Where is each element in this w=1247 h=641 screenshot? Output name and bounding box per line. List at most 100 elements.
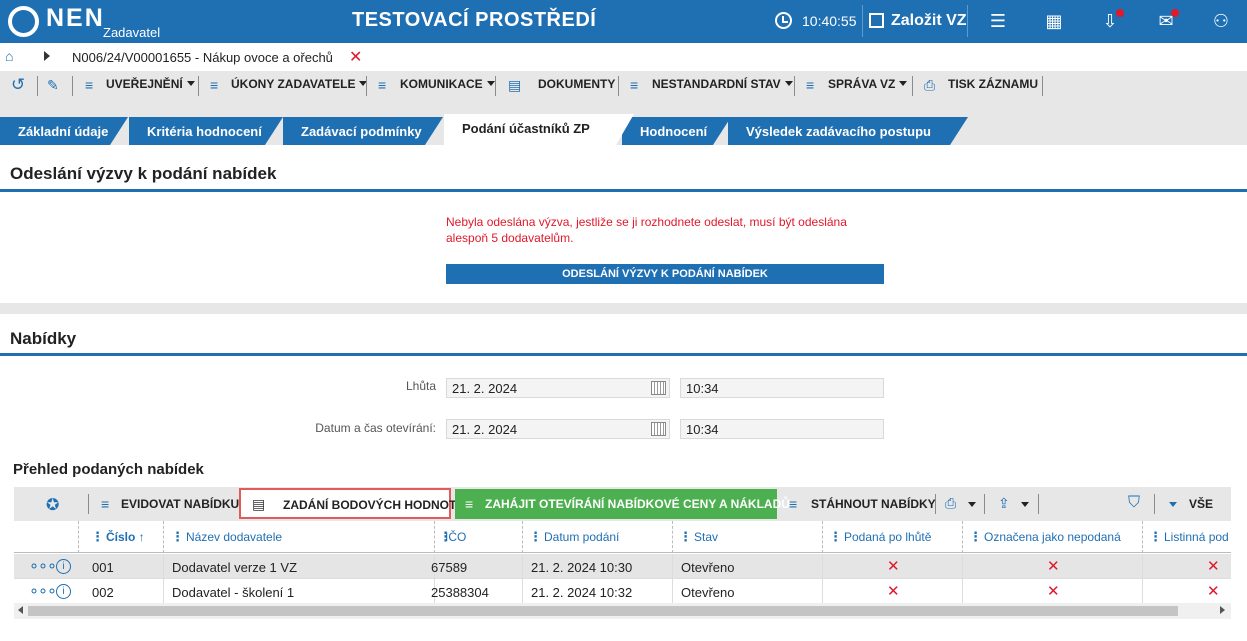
chevron-down-icon[interactable] — [968, 502, 976, 507]
logo-text: NEN — [46, 4, 105, 32]
cell-ico: 67589 — [431, 560, 468, 575]
cell-divider — [1142, 579, 1143, 604]
toolbar-divider — [1042, 76, 1043, 96]
start-price-opening-button[interactable]: ≡ ZAHÁJIT OTEVÍRÁNÍ NABÍDKOVÉ CENY A NÁK… — [455, 489, 790, 519]
column-menu-icon[interactable]: ⋮ — [829, 529, 842, 545]
column-header-late[interactable]: Podaná po lhůtě — [844, 530, 931, 544]
calculator-icon[interactable]: ▦ — [1043, 10, 1065, 32]
app-header: NEN Zadavatel TESTOVACÍ PROSTŘEDÍ 10:40:… — [0, 0, 1247, 43]
toolbar-divider — [88, 494, 89, 514]
menu-icon[interactable]: ☰ — [987, 10, 1009, 32]
export-icon[interactable]: ⇪ — [998, 495, 1010, 512]
column-header-number[interactable]: Číslo ↑ — [106, 530, 145, 544]
cell-submission-date: 21. 2. 2024 10:32 — [531, 585, 633, 600]
calendar-icon[interactable] — [651, 381, 666, 395]
tab-procedure-result[interactable]: Výsledek zadávacího postupu — [728, 117, 968, 145]
cross-icon: ✕ — [887, 558, 900, 575]
column-divider — [1142, 521, 1143, 553]
cross-icon: ✕ — [1047, 583, 1060, 600]
chevron-down-icon[interactable] — [1169, 502, 1177, 507]
column-menu-icon[interactable]: ⋮ — [91, 529, 104, 545]
deadline-time-value: 10:34 — [686, 381, 719, 396]
column-divider — [163, 521, 164, 553]
column-header-paper[interactable]: Listinná pod — [1164, 530, 1229, 544]
opening-time-field[interactable]: 10:34 — [680, 419, 884, 439]
tab-basic-info[interactable]: Základní údaje — [0, 117, 128, 145]
deadline-time-field[interactable]: 10:34 — [680, 378, 884, 398]
column-header-ico[interactable]: IČO — [445, 530, 466, 544]
tab-evaluation-criteria[interactable]: Kritéria hodnocení — [129, 117, 283, 145]
more-icon[interactable]: ∘∘∘ — [29, 556, 57, 576]
pencil-icon[interactable]: ✎ — [47, 77, 59, 94]
refresh-icon[interactable]: ↺ — [11, 75, 25, 95]
tab-tender-conditions[interactable]: Zadávací podmínky — [283, 117, 443, 145]
menu-nonstandard-state[interactable]: NESTANDARDNÍ STAV — [652, 77, 793, 91]
column-menu-icon[interactable]: ⋮ — [969, 529, 982, 545]
filter-icon[interactable]: ⛉ — [1128, 494, 1140, 512]
menu-publication[interactable]: UVEŘEJNĚNÍ — [106, 77, 195, 91]
column-header-supplier[interactable]: Název dodavatele — [186, 530, 282, 544]
home-icon[interactable]: ⌂ — [5, 49, 19, 63]
scrollbar-thumb[interactable] — [28, 606, 1178, 616]
main-toolbar: ↺ ✎ ≡ UVEŘEJNĚNÍ ≡ ÚKONY ZADAVATELE ≡ KO… — [0, 71, 1247, 101]
column-menu-icon[interactable]: ⋮ — [529, 529, 542, 545]
breadcrumb-arrow-icon — [44, 51, 50, 61]
menu-print-record[interactable]: TISK ZÁZNAMU — [948, 77, 1038, 91]
send-invitation-button[interactable]: ODESLÁNÍ VÝZVY K PODÁNÍ NABÍDEK — [446, 264, 884, 284]
chevron-down-icon[interactable] — [1021, 502, 1029, 507]
column-menu-icon[interactable]: ⋮ — [171, 529, 184, 545]
column-divider — [672, 521, 673, 553]
cell-divider — [522, 579, 523, 604]
menu-contracting-actions[interactable]: ÚKONY ZADAVATELE — [231, 77, 368, 91]
more-icon[interactable]: ∘∘∘ — [29, 581, 57, 601]
scroll-left-icon[interactable] — [18, 606, 23, 614]
cell-supplier: Dodavatel - školení 1 — [172, 585, 295, 600]
column-header-submission-date[interactable]: Datum podání — [544, 530, 619, 544]
horizontal-scrollbar[interactable] — [14, 603, 1231, 619]
user-icon[interactable]: ⚇ — [1210, 10, 1232, 32]
column-menu-icon[interactable]: ⋮ — [679, 529, 692, 545]
environment-title: TESTOVACÍ PROSTŘEDÍ — [352, 9, 597, 31]
list-icon: ≡ — [465, 496, 474, 512]
enter-score-values-button[interactable]: ▤ ZADÁNÍ BODOVÝCH HODNOT — [239, 488, 456, 519]
list-icon: ≡ — [789, 496, 798, 512]
enter-score-values-label: ZADÁNÍ BODOVÝCH HODNOT — [283, 498, 457, 512]
column-divider — [522, 521, 523, 553]
info-icon[interactable]: i — [56, 559, 71, 574]
column-divider — [962, 521, 963, 553]
deadline-date-field[interactable]: 21. 2. 2024 — [446, 378, 670, 398]
scroll-right-icon[interactable] — [1220, 606, 1225, 614]
print-icon[interactable]: ⎙ — [945, 495, 956, 512]
tab-bar: Základní údaje Kritéria hodnocení Zadáva… — [0, 101, 1247, 145]
table-row[interactable]: ∘∘∘ i 001 Dodavatel verze 1 VZ 67589 21.… — [14, 554, 1231, 579]
cross-icon: ✕ — [1047, 558, 1060, 575]
breadcrumb: ⌂ N006/24/V00001655 - Nákup ovoce a ořec… — [0, 43, 1247, 71]
table-row[interactable]: ∘∘∘ i 002 Dodavatel - školení 1 25388304… — [14, 579, 1231, 604]
cell-divider — [672, 554, 673, 579]
list-icon: ≡ — [630, 77, 639, 93]
opening-date-field[interactable]: 21. 2. 2024 — [446, 419, 670, 439]
column-menu-icon[interactable]: ⋮ — [1149, 529, 1162, 545]
create-contract-button[interactable]: Založit VZ — [862, 5, 968, 37]
grid-header: ⋮ Číslo ↑ ⋮ Název dodavatele ⋮ IČO ⋮ Dat… — [14, 521, 1231, 553]
record-offer-button[interactable]: EVIDOVAT NABÍDKU — [121, 497, 239, 511]
calendar-icon[interactable] — [651, 422, 666, 436]
award-icon[interactable]: ✪ — [46, 495, 59, 515]
info-icon[interactable]: i — [56, 584, 71, 599]
list-icon: ≡ — [85, 77, 94, 93]
column-divider — [434, 521, 435, 553]
column-header-state[interactable]: Stav — [694, 530, 718, 544]
cell-divider — [822, 554, 823, 579]
cell-submission-date: 21. 2. 2024 10:30 — [531, 560, 633, 575]
menu-communication[interactable]: KOMUNIKACE — [400, 77, 495, 91]
column-divider — [822, 521, 823, 553]
show-all-button[interactable]: VŠE — [1189, 497, 1213, 511]
menu-documents[interactable]: DOKUMENTY — [538, 77, 615, 91]
opening-time-value: 10:34 — [686, 422, 719, 437]
menu-contract-management[interactable]: SPRÁVA VZ — [828, 77, 908, 91]
download-offers-button[interactable]: STÁHNOUT NABÍDKY — [811, 497, 936, 511]
column-header-not-submitted[interactable]: Označena jako nepodaná — [984, 530, 1121, 544]
tab-participant-submissions[interactable]: Podání účastníků ZP — [444, 114, 634, 145]
tab-evaluation[interactable]: Hodnocení — [622, 117, 731, 145]
close-icon[interactable]: ✕ — [349, 47, 362, 67]
